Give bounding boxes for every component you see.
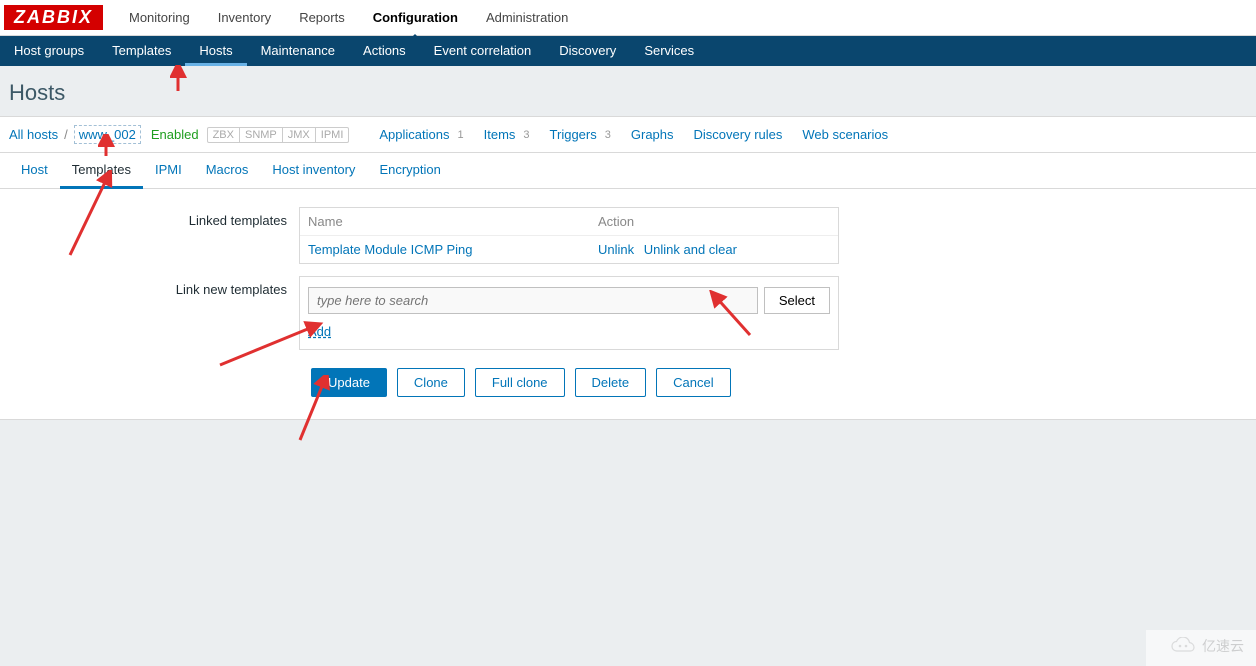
update-button[interactable]: Update xyxy=(311,368,387,397)
unlink-link[interactable]: Unlink xyxy=(598,242,634,257)
delete-button[interactable]: Delete xyxy=(575,368,647,397)
cancel-button[interactable]: Cancel xyxy=(656,368,730,397)
filter-bar: All hosts / www_002 Enabled ZBX SNMP JMX… xyxy=(0,116,1256,153)
linked-template-link[interactable]: Template Module ICMP Ping xyxy=(308,242,473,257)
filter-status-enabled: Enabled xyxy=(151,127,199,142)
linked-col-action: Action xyxy=(590,208,838,235)
link-new-templates-row: Link new templates Select Add xyxy=(9,276,1247,350)
top-nav: ZABBIX Monitoring Inventory Reports Conf… xyxy=(0,0,1256,36)
filter-hostname[interactable]: www_002 xyxy=(74,125,141,144)
linked-templates-row: Linked templates Name Action Template Mo… xyxy=(9,207,1247,264)
linked-col-name: Name xyxy=(300,208,590,235)
link-new-templates-box: Select Add xyxy=(299,276,839,350)
linked-templates-label: Linked templates xyxy=(9,207,299,228)
linked-templates-box: Name Action Template Module ICMP Ping Un… xyxy=(299,207,839,264)
subnav-hosts[interactable]: Hosts xyxy=(185,36,246,66)
cloud-icon xyxy=(1170,637,1196,655)
link-new-templates-label: Link new templates xyxy=(9,276,299,297)
unlink-clear-link[interactable]: Unlink and clear xyxy=(644,242,737,257)
filter-webscenarios-link[interactable]: Web scenarios xyxy=(802,127,888,142)
clone-button[interactable]: Clone xyxy=(397,368,465,397)
form-area: Linked templates Name Action Template Mo… xyxy=(0,189,1256,420)
topnav-configuration[interactable]: Configuration xyxy=(359,1,472,34)
watermark: 亿速云 xyxy=(1170,636,1244,656)
filter-items-link[interactable]: Items xyxy=(484,127,516,142)
linked-templates-header: Name Action xyxy=(300,208,838,236)
action-buttons: Update Clone Full clone Delete Cancel xyxy=(311,368,1247,397)
host-tabs: Host Templates IPMI Macros Host inventor… xyxy=(0,153,1256,189)
tab-hostinventory[interactable]: Host inventory xyxy=(260,153,367,188)
filter-allhosts-link[interactable]: All hosts xyxy=(9,127,58,142)
badge-zbx: ZBX xyxy=(208,128,240,142)
items-count: 3 xyxy=(523,129,529,141)
logo[interactable]: ZABBIX xyxy=(4,5,103,30)
select-button[interactable]: Select xyxy=(764,287,830,314)
topnav-reports[interactable]: Reports xyxy=(285,1,359,34)
sub-nav: Host groups Templates Hosts Maintenance … xyxy=(0,36,1256,66)
applications-count: 1 xyxy=(458,129,464,141)
subnav-hostgroups[interactable]: Host groups xyxy=(0,36,98,66)
filter-discoveryrules-link[interactable]: Discovery rules xyxy=(694,127,783,142)
filter-applications-link[interactable]: Applications xyxy=(379,127,449,142)
filter-triggers-link[interactable]: Triggers xyxy=(550,127,597,142)
topnav-monitoring[interactable]: Monitoring xyxy=(115,1,204,34)
subnav-discovery[interactable]: Discovery xyxy=(545,36,630,66)
badge-ipmi: IPMI xyxy=(316,128,349,142)
topnav-inventory[interactable]: Inventory xyxy=(204,1,285,34)
topnav-administration[interactable]: Administration xyxy=(472,1,582,34)
template-search-input[interactable] xyxy=(308,287,758,314)
tab-ipmi[interactable]: IPMI xyxy=(143,153,194,188)
subnav-services[interactable]: Services xyxy=(630,36,708,66)
triggers-count: 3 xyxy=(605,129,611,141)
tab-host[interactable]: Host xyxy=(9,153,60,188)
tab-templates[interactable]: Templates xyxy=(60,153,143,189)
breadcrumb-separator: / xyxy=(64,127,68,142)
full-clone-button[interactable]: Full clone xyxy=(475,368,565,397)
add-link[interactable]: Add xyxy=(308,324,331,339)
subnav-eventcorrelation[interactable]: Event correlation xyxy=(420,36,546,66)
linked-template-row: Template Module ICMP Ping Unlink Unlink … xyxy=(300,236,838,263)
badge-snmp: SNMP xyxy=(240,128,283,142)
filter-graphs-link[interactable]: Graphs xyxy=(631,127,674,142)
tab-encryption[interactable]: Encryption xyxy=(367,153,452,188)
tab-macros[interactable]: Macros xyxy=(194,153,261,188)
subnav-templates[interactable]: Templates xyxy=(98,36,185,66)
badge-jmx: JMX xyxy=(283,128,316,142)
page-title: Hosts xyxy=(0,66,1256,116)
interface-badges: ZBX SNMP JMX IPMI xyxy=(207,127,350,143)
subnav-maintenance[interactable]: Maintenance xyxy=(247,36,349,66)
